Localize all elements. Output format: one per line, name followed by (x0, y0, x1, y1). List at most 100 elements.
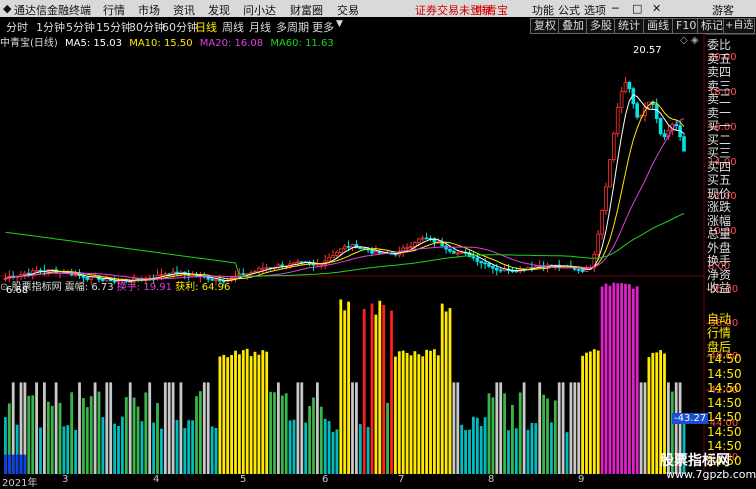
overlay-button[interactable]: 叠加 (558, 18, 588, 34)
period-weekly[interactable]: 周线 (222, 19, 244, 35)
indicator-bar (631, 288, 635, 474)
indicator-title[interactable]: 股票指标网 (12, 282, 62, 293)
candle-body (338, 248, 343, 253)
settings-gear-icon[interactable]: ◇ ◈ (680, 35, 699, 46)
indicator-bar (140, 421, 144, 474)
indicator-bar (78, 382, 81, 474)
period-multi[interactable]: 多周期 (276, 19, 309, 35)
indicator-bar (425, 349, 428, 474)
candle-body (416, 238, 421, 243)
indicator-bar (226, 357, 230, 474)
add-favorite-button[interactable]: +自选 (723, 18, 756, 34)
indicator-bar (101, 417, 105, 474)
indicator-bar (429, 350, 432, 474)
indicator-bar (19, 454, 23, 474)
indicator-bar (565, 432, 569, 474)
candle-body (358, 247, 363, 250)
period-monthly[interactable]: 月线 (249, 19, 271, 35)
draw-line-button[interactable]: 画线 (643, 18, 673, 34)
title-bar: ◆ 通达信金融终端 行情 市场 资讯 发现 问小达 财富圈 交易 证券交易未登录… (0, 0, 756, 17)
period-more[interactable]: 更多 (312, 19, 334, 35)
candle-body (409, 246, 413, 248)
minimize-icon[interactable]: ─ (612, 2, 619, 15)
indicator-bar (156, 402, 159, 474)
indicator-bar (132, 397, 136, 474)
menu-news[interactable]: 资讯 (173, 2, 195, 18)
turnover-label: 换手: 19.91 (116, 282, 172, 293)
menu-discover[interactable]: 发现 (208, 2, 230, 18)
multi-stock-button[interactable]: 多股 (586, 18, 616, 34)
candle-body (413, 242, 417, 247)
menu-formula[interactable]: 公式 (558, 2, 580, 18)
menu-wealth[interactable]: 财富圈 (290, 2, 323, 18)
indicator-bar (362, 309, 366, 474)
candle-body (331, 254, 335, 259)
ma10-label: MA10: 15.50 (129, 38, 193, 49)
period-60min[interactable]: 60分钟 (162, 19, 198, 35)
menu-trade[interactable]: 交易 (337, 2, 359, 18)
candle-body (576, 269, 581, 271)
indicator-header: ⊙ 股票指标网 震幅: 6.73 换手: 19.91 获利: 64.96 (0, 278, 705, 293)
indicator-bar (339, 299, 343, 474)
indicator-bar (417, 354, 421, 474)
indicator-bar (460, 424, 464, 474)
date-label: 8 (488, 474, 495, 485)
restore-rights-button[interactable]: 复权 (530, 18, 560, 34)
candle-body (296, 261, 300, 264)
menu-quotes[interactable]: 行情 (103, 2, 125, 18)
indicator-bar (195, 396, 198, 474)
candle-body (370, 249, 374, 254)
candle-body (26, 272, 31, 275)
candle-body (487, 262, 491, 267)
more-chevron-icon[interactable]: ▼ (336, 19, 343, 29)
indicator-bar (222, 354, 226, 474)
candle-body (159, 273, 164, 276)
candle-body (471, 256, 476, 259)
period-15min[interactable]: 15分钟 (96, 19, 132, 35)
indicator-bar (534, 423, 538, 474)
indicator-bar (343, 310, 347, 474)
period-30min[interactable]: 30分钟 (129, 19, 165, 35)
period-5min[interactable]: 5分钟 (66, 19, 95, 35)
indicator-bar (304, 422, 308, 474)
menu-market[interactable]: 市场 (138, 2, 160, 18)
indicator-bar (210, 426, 214, 474)
indicator-bar (202, 382, 206, 474)
kline-chart-area[interactable] (0, 34, 705, 474)
indicator-bar (167, 382, 171, 474)
close-icon[interactable]: ✕ (652, 2, 661, 15)
indicator-bar (390, 310, 393, 474)
indicator-bar (66, 425, 70, 474)
maximize-icon[interactable]: □ (632, 2, 642, 15)
indicator-bar (183, 428, 187, 474)
candle-body (635, 103, 639, 118)
candle-body (335, 251, 339, 256)
menu-ask[interactable]: 问小达 (243, 2, 276, 18)
indicator-bar (117, 425, 120, 474)
indicator-bar (448, 308, 452, 474)
indicator-bar (421, 356, 425, 474)
candle-body (452, 250, 456, 254)
period-1min[interactable]: 1分钟 (36, 19, 65, 35)
indicator-bar (546, 398, 549, 474)
date-label: 3 (62, 474, 69, 485)
period-timeshare[interactable]: 分时 (6, 19, 28, 35)
indicator-bar (608, 285, 612, 474)
period-daily[interactable]: 日线 (195, 19, 217, 35)
indicator-bar (58, 402, 62, 474)
candle-body (498, 269, 503, 272)
menu-options[interactable]: 选项 (584, 2, 606, 18)
candle-body (34, 269, 39, 272)
indicator-gear-icon[interactable]: ⊙ (0, 282, 8, 293)
indicator-bar (269, 391, 272, 474)
indicator-bar (635, 286, 639, 474)
candle-body (623, 82, 628, 93)
indicator-bar (397, 351, 401, 474)
indicator-bar (105, 382, 109, 474)
candle-body (483, 262, 487, 265)
statistics-button[interactable]: 统计 (614, 18, 644, 34)
indicator-bar (23, 454, 27, 474)
menu-function[interactable]: 功能 (532, 2, 554, 18)
guest-user[interactable]: 游客 (712, 2, 734, 18)
indicator-bar (479, 425, 483, 474)
